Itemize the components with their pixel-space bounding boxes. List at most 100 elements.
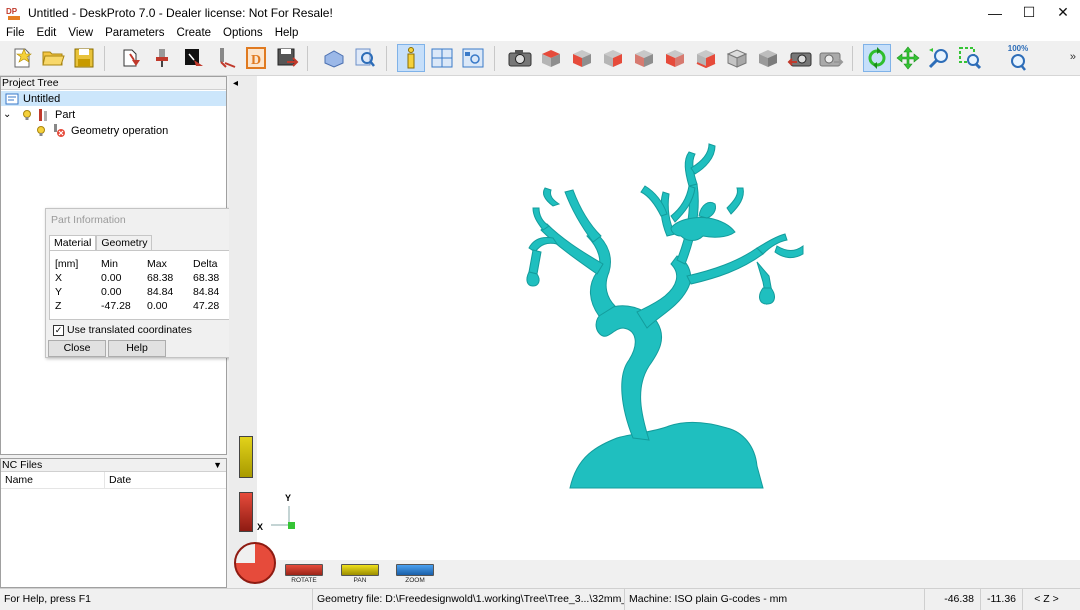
minimize-button[interactable]: — [978,0,1012,25]
menu-parameters[interactable]: Parameters [99,27,170,39]
3d-viewport[interactable]: Y X [257,76,1080,560]
status-view-axis: < Z > [1022,589,1066,610]
tab-geometry[interactable]: Geometry [96,235,153,250]
nc-col-date[interactable]: Date [105,472,226,488]
zoom-100-button[interactable]: 100% [1004,44,1032,72]
info-icon [407,47,415,69]
part-information-dialog: Part Information Material Geometry [mm] … [45,208,246,358]
deskproto-logo-icon: DP [6,5,22,21]
show-part-button[interactable] [320,44,348,72]
close-button[interactable]: Close [48,340,106,357]
project-icon [5,93,19,104]
cube-red-back-icon [635,50,653,67]
view-back-button[interactable] [630,44,658,72]
rotate-mouse-indicator [239,492,253,532]
part-information-button[interactable] [397,44,425,72]
menu-edit[interactable]: Edit [31,27,63,39]
cube-red-right-icon [604,50,622,67]
help-button[interactable]: Help [108,340,166,357]
pan-mode-indicator[interactable] [341,564,379,576]
next-view-button[interactable] [817,44,845,72]
magnify-part-icon [355,48,375,67]
use-translated-checkbox[interactable]: ✓ [53,324,64,336]
tree-item-geometry-operation[interactable]: Geometry operation [35,123,168,138]
pan-mode-button[interactable] [894,44,922,72]
title-bar: DP Untitled - DeskProto 7.0 - Dealer lic… [0,0,1080,25]
view-solid-button[interactable] [754,44,782,72]
menu-view[interactable]: View [62,27,99,39]
use-translated-label: Use translated coordinates [67,324,192,336]
save-nc-button[interactable] [273,44,301,72]
toolpath-preview-button[interactable] [459,44,487,72]
nc-files-columns: Name Date [1,472,226,489]
row-y-axis: Y [55,286,63,298]
view-wire-button[interactable] [723,44,751,72]
nc-col-name[interactable]: Name [1,472,105,488]
status-x-coord: -46.38 [924,589,980,610]
rotate-arrows-icon [868,47,886,69]
open-folder-icon [42,51,65,66]
create-nc-button[interactable]: D [242,44,270,72]
show-all-views-button[interactable] [428,44,456,72]
nc-files-title: NC Files [2,459,43,471]
status-y-coord: -11.36 [980,589,1022,610]
zoom-window-icon [959,47,982,70]
menu-create[interactable]: Create [171,27,218,39]
lightbulb-icon [23,109,31,120]
toolpath-parameters-button[interactable] [211,44,239,72]
status-geometry-file: Geometry file: D:\Freedesignwold\1.worki… [312,589,624,610]
cube-solid-icon [759,50,777,67]
zoom-window-button[interactable] [956,44,984,72]
rotate-mode-button[interactable] [863,44,891,72]
operation-parameters-button[interactable] [180,44,208,72]
svg-text:DP: DP [6,7,18,16]
rotate-dial-icon[interactable] [234,542,276,584]
nc-files-dropdown-icon[interactable]: ▼ [213,459,222,472]
open-project-button[interactable] [39,44,67,72]
menu-file[interactable]: File [0,27,31,39]
camera-forward-icon [819,52,844,67]
part-parameters-button[interactable] [149,44,177,72]
status-help: For Help, press F1 [4,593,91,605]
zoom-mode-indicator[interactable] [396,564,434,576]
row-x-min: 0.00 [101,272,122,284]
main-toolbar: D 100% » [0,41,1080,76]
camera-back-icon [787,52,812,67]
min-header: Min [101,258,118,270]
collapse-part-icon[interactable]: ⌄ [3,109,17,120]
rotate-mode-indicator[interactable] [285,564,323,576]
maximize-button[interactable]: ☐ [1012,0,1046,25]
tree-item-geometry-operation-label: Geometry operation [71,124,169,137]
zoom-100-label: 100% [1007,44,1029,53]
tree-item-part[interactable]: ⌄ Part [3,107,75,122]
menu-help[interactable]: Help [269,27,305,39]
save-project-button[interactable] [70,44,98,72]
view-bottom-button[interactable] [692,44,720,72]
view-right-button[interactable] [599,44,627,72]
tree-item-untitled[interactable]: Untitled [1,91,226,106]
prev-view-button[interactable] [786,44,814,72]
view-left-button[interactable] [661,44,689,72]
toolbar-overflow-button[interactable]: » [1070,51,1076,63]
use-translated-coordinates[interactable]: ✓ Use translated coordinates [53,324,192,336]
zoom-mode-button[interactable] [925,44,953,72]
status-bar: For Help, press F1 Geometry file: D:\Fre… [0,588,1080,610]
geometry-operation-icon [54,123,65,137]
view-front-button[interactable] [568,44,596,72]
view-iso-button[interactable] [537,44,565,72]
tab-material[interactable]: Material [49,235,97,251]
zoom-part-button[interactable] [351,44,379,72]
menu-options[interactable]: Options [217,27,269,39]
tree-item-part-label: Part [55,108,76,121]
delta-header: Delta [193,258,218,270]
close-window-button[interactable]: ✕ [1046,0,1080,25]
new-project-button[interactable] [8,44,36,72]
collapse-panel-icon[interactable]: ◂ [233,78,238,89]
svg-text:D: D [251,53,261,68]
snapshot-button[interactable] [506,44,534,72]
cube-red-bottom-icon [696,50,716,69]
row-x-delta: 68.38 [193,272,220,284]
dialog-title-bar[interactable]: Part Information [46,209,245,231]
geometry-parameters-button[interactable] [118,44,146,72]
new-file-icon [14,48,32,68]
